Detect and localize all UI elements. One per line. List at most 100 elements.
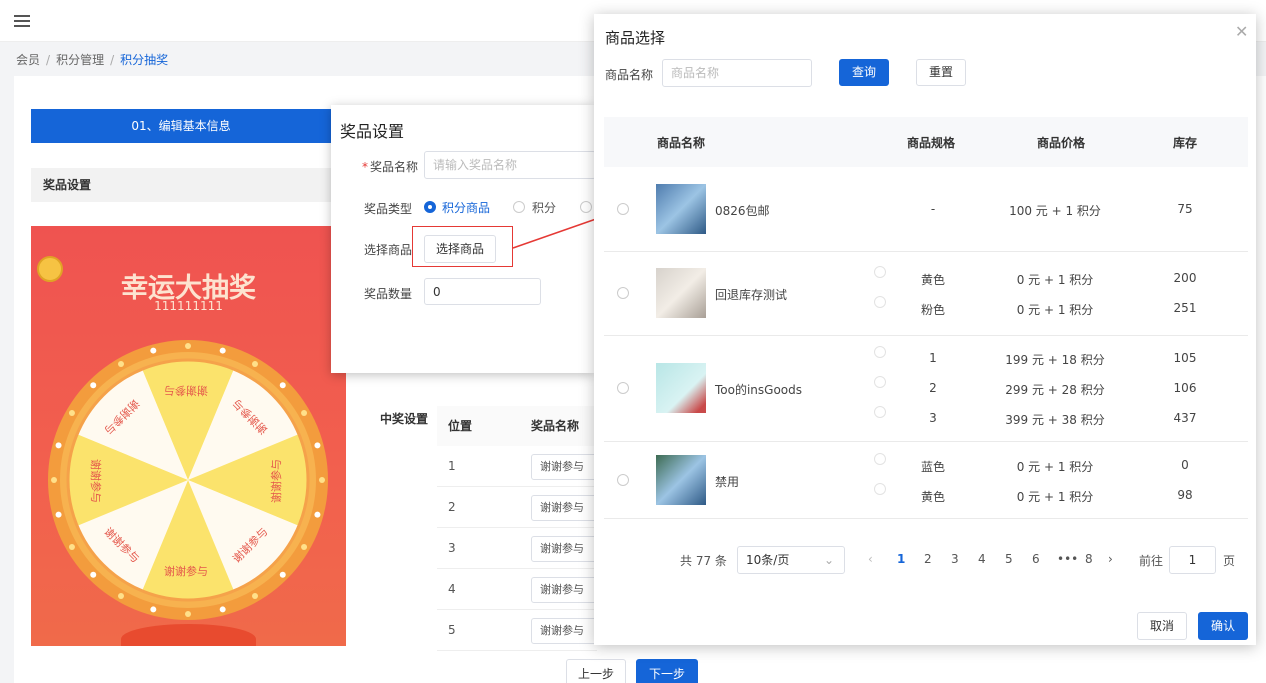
product-radio[interactable]: [617, 473, 629, 486]
product-thumbnail: [656, 454, 706, 505]
wheel-preview: 幸运大抽奖 111111111 谢谢参与 谢谢参与 谢谢参与 谢谢参与 谢谢参与 谢谢参与…: [31, 226, 346, 646]
row-position: 1: [448, 459, 456, 473]
table-row: 5 谢谢参与: [437, 610, 601, 651]
page-number[interactable]: 8: [1085, 552, 1093, 566]
step-basic-info[interactable]: 01、编辑基本信息: [31, 109, 331, 143]
product-thumbnail: [656, 363, 706, 413]
prize-name-cell-input[interactable]: 谢谢参与: [531, 536, 601, 562]
page-number[interactable]: 1: [897, 552, 905, 566]
reset-button[interactable]: 重置: [916, 59, 966, 86]
page-number[interactable]: •••: [1057, 552, 1078, 566]
chevron-down-icon: ⌄: [823, 553, 834, 567]
breadcrumb-current: 积分抽奖: [120, 53, 169, 67]
pagination-total: 共 77 条: [680, 554, 727, 568]
win-setting-table: 位置 奖品名称 1 谢谢参与 2 谢谢参与 3 谢谢参与 4 谢谢参与 5 谢谢参与: [437, 406, 601, 651]
breadcrumb-item[interactable]: 会员: [16, 53, 40, 67]
page-number[interactable]: 3: [951, 552, 959, 566]
page-unit-label: 页: [1223, 554, 1236, 568]
breadcrumb-item[interactable]: 积分管理: [56, 53, 104, 67]
page-number[interactable]: 4: [978, 552, 986, 566]
spec-radio[interactable]: [874, 406, 886, 418]
product-stock: 98: [1177, 487, 1193, 502]
product-price: 0 元 + 1 积分: [1016, 303, 1094, 317]
page-number[interactable]: 6: [1032, 552, 1040, 566]
product-stock: 75: [1177, 202, 1193, 216]
radio-points-goods[interactable]: [424, 201, 436, 213]
product-price: 299 元 + 28 积分: [1005, 383, 1105, 397]
search-label: 商品名称: [605, 68, 654, 82]
prize-name-input[interactable]: 请输入奖品名称: [424, 151, 596, 179]
prize-name-cell-input[interactable]: 谢谢参与: [531, 618, 601, 644]
product-spec: 3: [929, 411, 937, 425]
product-spec: 2: [929, 381, 937, 395]
prize-name-cell-input[interactable]: 谢谢参与: [531, 454, 601, 480]
prize-name-cell-input[interactable]: 谢谢参与: [531, 577, 601, 603]
wheel-prize-label: 谢谢参与: [89, 459, 102, 503]
product-stock: 251: [1173, 301, 1197, 315]
goto-label: 前往: [1139, 554, 1164, 568]
row-position: 3: [448, 541, 456, 555]
prize-qty-input[interactable]: 0: [424, 278, 541, 305]
product-spec: 黄色: [920, 489, 945, 504]
row-divider: [604, 251, 1248, 252]
product-stock: 106: [1173, 381, 1197, 395]
breadcrumb: 会员 / 积分管理 / 积分抽奖: [16, 53, 169, 67]
confirm-button[interactable]: 确认: [1198, 612, 1248, 640]
product-select-modal: [594, 14, 1256, 645]
product-name: Too的insGoods: [715, 383, 803, 397]
next-page-icon[interactable]: ›: [1108, 552, 1113, 566]
page-number[interactable]: 2: [924, 552, 932, 566]
prize-type-label: 奖品类型: [363, 202, 412, 216]
prize-name-cell-input[interactable]: 谢谢参与: [531, 495, 601, 521]
prev-page-icon[interactable]: ‹: [868, 552, 873, 566]
menu-toggle-icon[interactable]: [14, 12, 30, 28]
row-position: 2: [448, 500, 456, 514]
product-spec: 粉色: [920, 303, 945, 317]
wheel-prize-label: 谢谢参与: [164, 565, 208, 578]
product-price: 399 元 + 38 积分: [1005, 413, 1105, 427]
product-name: 禁用: [715, 474, 740, 489]
product-radio[interactable]: [617, 203, 629, 215]
col-product-price: 商品价格: [1037, 136, 1086, 150]
col-prize-name: 奖品名称: [531, 419, 580, 433]
wheel-labels: 谢谢参与 谢谢参与 谢谢参与 谢谢参与 谢谢参与 谢谢参与 谢谢参与 谢谢参与: [31, 226, 346, 646]
spec-radio[interactable]: [874, 452, 886, 465]
product-spec: 蓝色: [920, 459, 945, 474]
row-position: 4: [448, 582, 456, 596]
prize-name-label: * 奖品名称: [362, 160, 419, 174]
page-size-select[interactable]: 10条/页 ⌄: [737, 546, 845, 574]
product-stock: 105: [1173, 351, 1197, 365]
query-button[interactable]: 查询: [839, 59, 889, 86]
spec-radio[interactable]: [874, 376, 886, 388]
product-name-input[interactable]: 商品名称: [662, 59, 812, 87]
page-number[interactable]: 5: [1005, 552, 1013, 566]
product-radio[interactable]: [617, 287, 629, 299]
row-position: 5: [448, 623, 456, 637]
spec-radio[interactable]: [874, 296, 886, 308]
product-spec: 黄色: [920, 273, 945, 287]
product-price: 0 元 + 1 积分: [1016, 273, 1094, 287]
product-price: 199 元 + 18 积分: [1005, 353, 1105, 367]
product-radio[interactable]: [617, 382, 629, 394]
prev-step-button[interactable]: 上一步: [566, 659, 626, 683]
product-stock: 437: [1173, 411, 1197, 425]
prize-dialog-title: 奖品设置: [340, 122, 405, 141]
spec-radio[interactable]: [874, 266, 886, 278]
row-divider: [604, 441, 1248, 442]
section-win-setting: 中奖设置: [380, 412, 429, 426]
spec-radio[interactable]: [874, 346, 886, 358]
spec-radio[interactable]: [874, 482, 886, 495]
product-price: 0 元 + 1 积分: [1016, 459, 1094, 474]
table-row: 4 谢谢参与: [437, 569, 601, 610]
table-header: 位置 奖品名称: [437, 406, 597, 446]
wheel-prize-label: 谢谢参与: [101, 396, 143, 438]
prize-qty-label: 奖品数量: [363, 287, 412, 301]
cancel-button[interactable]: 取消: [1137, 612, 1187, 640]
row-divider: [604, 518, 1248, 519]
product-stock: 0: [1181, 457, 1189, 472]
product-name: 回退库存测试: [715, 288, 788, 302]
next-step-button[interactable]: 下一步: [636, 659, 698, 683]
close-icon[interactable]: ✕: [1235, 22, 1248, 41]
goto-page-input[interactable]: 1: [1169, 546, 1216, 574]
wheel-prize-label: 谢谢参与: [164, 384, 208, 397]
